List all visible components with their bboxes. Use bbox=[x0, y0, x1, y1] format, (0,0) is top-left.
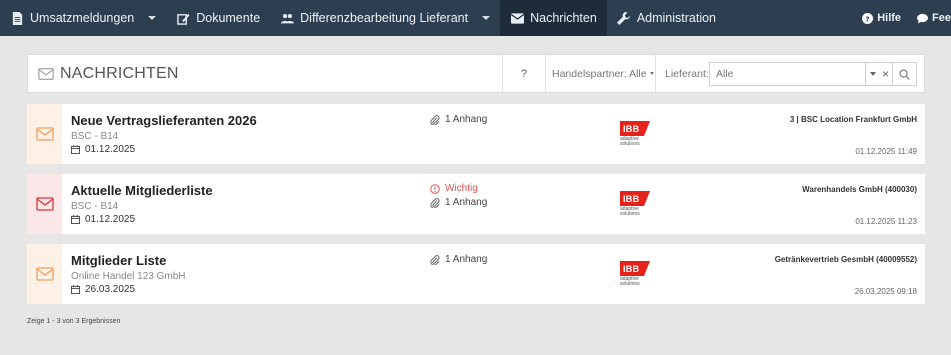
ibb-logo: IBB bbox=[620, 191, 650, 206]
message-card[interactable]: Mitglieder Liste Online Handel 123 GmbH … bbox=[27, 244, 925, 304]
lieferant-dropdown-toggle[interactable] bbox=[866, 62, 879, 86]
chevron-down-icon bbox=[649, 72, 654, 75]
message-timestamp: 26.03.2025 09:18 bbox=[854, 287, 917, 296]
message-date-text: 01.12.2025 bbox=[85, 214, 136, 225]
paperclip-icon bbox=[430, 254, 440, 265]
message-sender: BSC - B14 bbox=[71, 201, 119, 212]
message-title[interactable]: Aktuelle Mitgliederliste bbox=[71, 183, 213, 198]
chevron-down-icon bbox=[869, 72, 876, 76]
top-navigation: Umsatzmeldungen Dokumente Differenzbearb… bbox=[0, 0, 951, 36]
attachment-info[interactable]: 1 Anhang bbox=[430, 254, 487, 265]
calendar-icon bbox=[71, 285, 80, 294]
message-status-box bbox=[27, 244, 62, 304]
nav-nachrichten-label: Nachrichten bbox=[530, 11, 597, 25]
comment-icon bbox=[917, 13, 929, 24]
paperclip-icon bbox=[430, 197, 440, 208]
nav-umsatzmeldungen[interactable]: Umsatzmeldungen bbox=[0, 0, 166, 36]
important-label: Wichtig bbox=[445, 183, 478, 194]
message-status-box bbox=[27, 174, 62, 234]
results-count: Zeige 1 - 3 von 3 Ergebnissen bbox=[27, 318, 121, 325]
message-date-text: 01.12.2025 bbox=[85, 144, 136, 155]
page-title-text: NACHRICHTEN bbox=[60, 64, 179, 82]
calendar-icon bbox=[71, 145, 80, 154]
logo-tagline: adaptive solutions bbox=[620, 136, 640, 147]
nav-nachrichten[interactable]: Nachrichten bbox=[500, 0, 607, 36]
nav-feedback-label: Fee bbox=[932, 12, 951, 24]
alert-icon bbox=[430, 183, 440, 194]
attachment-info[interactable]: 1 Anhang bbox=[430, 197, 487, 208]
attachment-count: 1 Anhang bbox=[445, 254, 488, 265]
chevron-down-icon[interactable] bbox=[148, 16, 157, 20]
paperclip-icon bbox=[430, 114, 440, 125]
handelspartner-filter[interactable]: Handelspartner: Alle bbox=[552, 55, 654, 92]
handelspartner-filter-label: Handelspartner: Alle bbox=[552, 67, 647, 80]
search-button[interactable] bbox=[892, 62, 917, 86]
messages-header-panel: NACHRICHTEN ? Handelspartner: Alle Liefe… bbox=[27, 54, 925, 93]
search-icon bbox=[899, 68, 910, 80]
lieferant-select[interactable]: Alle bbox=[709, 62, 866, 86]
message-title[interactable]: Mitglieder Liste bbox=[71, 253, 166, 268]
document-icon bbox=[10, 11, 24, 25]
wrench-icon bbox=[617, 11, 631, 25]
nav-differenzbearbeitung[interactable]: Differenzbearbeitung Lieferant bbox=[270, 0, 500, 36]
nav-feedback[interactable]: Fee bbox=[909, 0, 951, 36]
sender-logo: IBB adaptive solutions bbox=[620, 261, 656, 291]
nav-umsatzmeldungen-label: Umsatzmeldungen bbox=[30, 11, 135, 25]
message-status-box bbox=[27, 104, 62, 164]
clear-filter-button[interactable]: × bbox=[879, 62, 892, 86]
svg-text:?: ? bbox=[866, 14, 870, 23]
divider bbox=[655, 55, 656, 92]
message-timestamp: 01.12.2025 11:23 bbox=[855, 217, 917, 226]
nav-administration[interactable]: Administration bbox=[607, 0, 726, 36]
message-card[interactable]: Neue Vertragslieferanten 2026 BSC - B14 … bbox=[27, 104, 925, 164]
help-button[interactable]: ? bbox=[517, 55, 531, 92]
attachment-count: 1 Anhang bbox=[445, 114, 488, 125]
calendar-icon bbox=[71, 215, 80, 224]
ibb-logo: IBB bbox=[620, 261, 650, 276]
chevron-down-icon[interactable] bbox=[482, 16, 491, 20]
message-date-text: 26.03.2025 bbox=[85, 284, 136, 295]
important-flag: Wichtig bbox=[430, 183, 478, 194]
divider bbox=[502, 55, 503, 92]
logo-tagline: adaptive solutions bbox=[620, 206, 640, 217]
users-icon bbox=[280, 11, 294, 25]
nav-differenzbearbeitung-label: Differenzbearbeitung Lieferant bbox=[300, 11, 469, 25]
logo-tagline: adaptive solutions bbox=[620, 276, 640, 287]
envelope-icon bbox=[35, 267, 54, 281]
envelope-icon bbox=[35, 127, 54, 141]
envelope-icon bbox=[510, 11, 524, 25]
message-card[interactable]: Aktuelle Mitgliederliste BSC - B14 01.12… bbox=[27, 174, 925, 234]
envelope-icon bbox=[35, 197, 54, 211]
page-title: NACHRICHTEN bbox=[37, 55, 179, 92]
message-timestamp: 01.12.2025 11:49 bbox=[855, 147, 917, 156]
nav-hilfe-label: Hilfe bbox=[877, 12, 902, 24]
nav-right-group: ? Hilfe Fee bbox=[854, 0, 951, 36]
divider bbox=[545, 55, 546, 92]
message-sender: BSC - B14 bbox=[71, 131, 119, 142]
message-partner: Warenhandels GmbH (400030) bbox=[802, 185, 917, 194]
message-date: 01.12.2025 bbox=[71, 214, 135, 225]
edit-icon bbox=[176, 11, 190, 25]
attachment-info[interactable]: 1 Anhang bbox=[430, 114, 487, 125]
lieferant-label: Lieferant: bbox=[665, 67, 709, 80]
message-date: 26.03.2025 bbox=[71, 284, 135, 295]
envelope-outline-icon bbox=[37, 66, 55, 82]
nav-hilfe[interactable]: ? Hilfe bbox=[854, 0, 909, 36]
nav-dokumente[interactable]: Dokumente bbox=[166, 0, 270, 36]
message-date: 01.12.2025 bbox=[71, 144, 135, 155]
sender-logo: IBB adaptive solutions bbox=[620, 121, 656, 151]
help-icon: ? bbox=[862, 12, 874, 24]
message-title[interactable]: Neue Vertragslieferanten 2026 bbox=[71, 113, 257, 128]
message-partner: Getränkevertrieb GesmbH (40009552) bbox=[774, 255, 917, 264]
ibb-logo: IBB bbox=[620, 121, 650, 136]
sender-logo: IBB adaptive solutions bbox=[620, 191, 656, 221]
message-sender: Online Handel 123 GmbH bbox=[71, 271, 186, 282]
nav-dokumente-label: Dokumente bbox=[196, 11, 261, 25]
attachment-count: 1 Anhang bbox=[445, 197, 488, 208]
nav-administration-label: Administration bbox=[636, 11, 717, 25]
message-partner: 3 | BSC Location Frankfurt GmbH bbox=[789, 115, 917, 124]
